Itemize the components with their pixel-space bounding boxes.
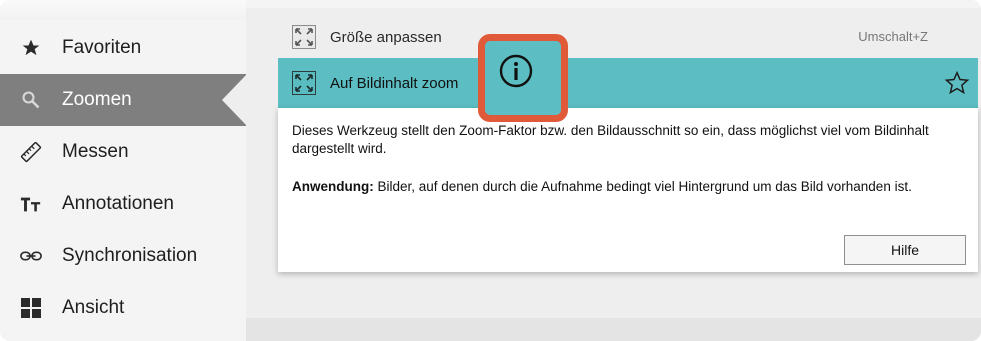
link-chain-icon: [20, 245, 42, 267]
sidebar-item-label: Synchronisation: [62, 245, 198, 266]
usage-text: Bilder, auf denen durch die Aufnahme bed…: [373, 179, 912, 194]
tool-info-panel: Dieses Werkzeug stellt den Zoom-Faktor b…: [278, 108, 978, 272]
sidebar-item-label: Favoriten: [62, 37, 142, 58]
star-icon: [20, 37, 42, 59]
active-indicator: [222, 74, 247, 126]
tool-label: Größe anpassen: [330, 28, 442, 46]
sidebar-item-synchronisation[interactable]: Synchronisation: [0, 230, 246, 282]
app-window: Favoriten Zoomen Messen Annotationen Syn…: [0, 0, 981, 341]
sidebar-item-label: Annotationen: [62, 193, 174, 214]
panel-top-edge: [246, 0, 981, 8]
sidebar-header: [0, 0, 246, 20]
zoom-search-icon: [20, 89, 42, 111]
text-size-icon: [20, 193, 42, 215]
sidebar-item-zoomen[interactable]: Zoomen: [0, 74, 246, 126]
highlight-frame: [478, 34, 568, 122]
tool-row-fit-size[interactable]: Größe anpassen Umschalt+Z: [278, 20, 978, 54]
tool-usage: Anwendung: Bilder, auf denen durch die A…: [292, 178, 972, 196]
sidebar-item-label: Messen: [62, 141, 129, 162]
tool-description: Dieses Werkzeug stellt den Zoom-Faktor b…: [292, 123, 929, 156]
tool-list-panel: Größe anpassen Umschalt+Z Auf Bildinhalt…: [246, 0, 981, 341]
grid-layout-icon: [20, 297, 42, 319]
usage-label: Anwendung:: [292, 179, 374, 194]
zoom-content-icon: [292, 71, 316, 95]
panel-bottom-bar: [246, 318, 981, 341]
sidebar-item-messen[interactable]: Messen: [0, 126, 246, 178]
help-button[interactable]: Hilfe: [844, 235, 966, 265]
favorite-star-icon[interactable]: [944, 70, 970, 96]
tool-row-zoom-content[interactable]: Auf Bildinhalt zoom: [278, 58, 978, 108]
info-icon[interactable]: [498, 53, 534, 89]
sidebar-item-label: Ansicht: [62, 297, 125, 318]
sidebar: Favoriten Zoomen Messen Annotationen Syn…: [0, 0, 247, 341]
sidebar-item-ansicht[interactable]: Ansicht: [0, 282, 246, 334]
sidebar-item-annotationen[interactable]: Annotationen: [0, 178, 246, 230]
fit-size-icon: [292, 25, 316, 49]
tool-label: Auf Bildinhalt zoom: [330, 74, 459, 92]
ruler-icon: [20, 141, 42, 163]
shortcut-label: Umschalt+Z: [858, 29, 928, 44]
sidebar-item-favoriten[interactable]: Favoriten: [0, 22, 246, 74]
sidebar-item-label: Zoomen: [62, 89, 132, 110]
